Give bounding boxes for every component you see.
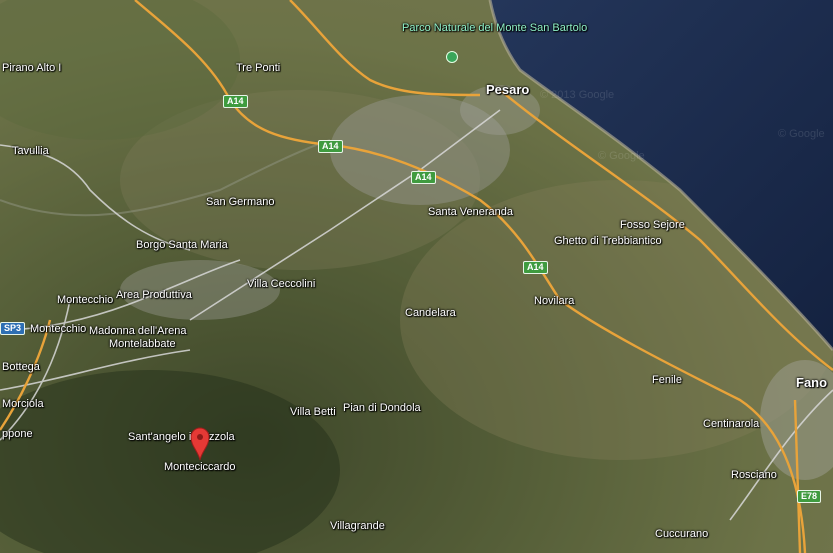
place-label[interactable]: Montecchio bbox=[57, 294, 113, 306]
road-shield[interactable]: SP3 bbox=[0, 322, 26, 335]
place-label[interactable]: Pian di Dondola bbox=[343, 402, 421, 414]
park-icon[interactable] bbox=[446, 51, 458, 63]
place-label[interactable]: Tavullia bbox=[12, 145, 49, 157]
place-label[interactable]: Montelabbate bbox=[109, 338, 176, 350]
place-label[interactable]: Area Produttiva bbox=[116, 289, 192, 301]
highway-shield[interactable]: A14 bbox=[223, 95, 248, 108]
place-label[interactable]: Tre Ponti bbox=[236, 62, 280, 74]
place-label[interactable]: Madonna dell'Arena bbox=[89, 325, 187, 337]
place-label[interactable]: Pirano Alto I bbox=[2, 62, 61, 74]
highway-shield[interactable]: E78 bbox=[797, 490, 822, 503]
place-label[interactable]: Borgo Santa Maria bbox=[136, 239, 228, 251]
highway-shield[interactable]: A14 bbox=[318, 140, 343, 153]
map-terrain bbox=[0, 0, 833, 553]
place-label[interactable]: Fenile bbox=[652, 374, 682, 386]
place-label[interactable]: Santa Veneranda bbox=[428, 206, 513, 218]
city-label[interactable]: Fano bbox=[796, 376, 827, 389]
place-label[interactable]: Centinarola bbox=[703, 418, 759, 430]
place-label[interactable]: Rosciano bbox=[731, 469, 777, 481]
place-label[interactable]: ppone bbox=[2, 428, 33, 440]
google-watermark: © Google bbox=[778, 128, 825, 140]
park-label[interactable]: Parco Naturale del Monte San Bartolo bbox=[402, 22, 587, 35]
map-view[interactable]: © 2013 Google © Google © Google Parco Na… bbox=[0, 0, 833, 553]
place-label[interactable]: San Germano bbox=[206, 196, 274, 208]
place-label[interactable]: Villagrande bbox=[330, 520, 385, 532]
place-label[interactable]: Fosso Sejore bbox=[620, 219, 685, 231]
place-label[interactable]: Morciola bbox=[2, 398, 44, 410]
place-label[interactable]: Villa Ceccolini bbox=[247, 278, 315, 290]
highway-shield[interactable]: A14 bbox=[411, 171, 436, 184]
place-label[interactable]: Villa Betti bbox=[290, 406, 336, 418]
google-watermark: © 2013 Google bbox=[540, 89, 615, 101]
place-label[interactable]: Novilara bbox=[534, 295, 574, 307]
google-watermark: © Google bbox=[598, 150, 645, 162]
place-label[interactable]: Cuccurano bbox=[655, 528, 708, 540]
place-label[interactable]: Bottega bbox=[2, 361, 40, 373]
place-label[interactable]: Monteciccardo bbox=[164, 461, 236, 473]
park-name: Parco Naturale del Monte San Bartolo bbox=[402, 22, 588, 34]
map-pin-icon[interactable] bbox=[190, 427, 210, 461]
city-label[interactable]: Pesaro bbox=[486, 83, 529, 96]
highway-shield[interactable]: A14 bbox=[523, 261, 548, 274]
place-label[interactable]: Ghetto di Trebbiantico bbox=[554, 235, 662, 247]
place-label[interactable]: Candelara bbox=[405, 307, 456, 319]
place-label[interactable]: Montecchio bbox=[30, 323, 86, 335]
place-label[interactable]: Sant'angelo in Lizzola bbox=[128, 431, 235, 443]
